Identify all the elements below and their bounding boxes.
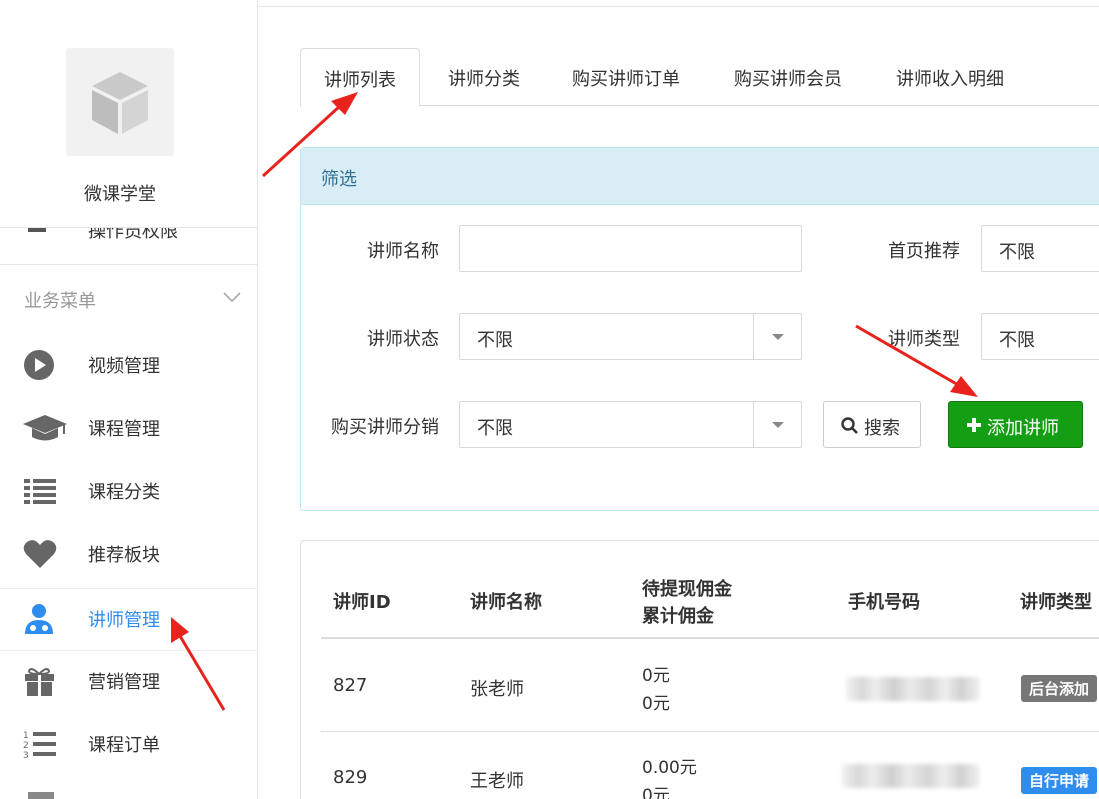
search-button[interactable]: 搜索	[823, 401, 921, 448]
ordered-list-icon: 1 2 3	[23, 731, 56, 761]
sidebar-item-course-orders[interactable]: 1 2 3 课程订单	[0, 713, 258, 775]
cell-total: 0元	[642, 694, 670, 714]
type-badge: 后台添加	[1021, 675, 1098, 702]
sidebar-item-label: 课程管理	[88, 419, 160, 440]
cell-phone-redacted	[842, 764, 980, 788]
sidebar-item-label: 推荐板块	[88, 545, 160, 566]
cell-id: 829	[333, 767, 368, 788]
play-circle-icon	[24, 350, 54, 380]
teacher-name-label: 讲师名称	[367, 241, 439, 262]
section-header: 业务菜单	[24, 291, 96, 312]
sidebar-item-label: 视频管理	[88, 356, 160, 377]
cell-pending: 0元	[642, 666, 670, 686]
sidebar-item-video[interactable]: 视频管理	[0, 334, 258, 396]
col-header-id: 讲师ID	[333, 592, 391, 613]
search-button-label: 搜索	[864, 418, 900, 439]
select-value: 不限	[999, 242, 1035, 263]
sidebar-item-label: 操作员权限	[88, 228, 178, 242]
tab-teacher-category[interactable]: 讲师分类	[434, 48, 534, 106]
search-icon	[841, 417, 858, 434]
teacher-status-select[interactable]: 不限	[459, 313, 802, 360]
teacher-name-input[interactable]	[459, 225, 802, 272]
cell-total: 0元	[642, 786, 670, 799]
sidebar-item-label: 营销管理	[88, 672, 160, 693]
add-teacher-label: 添加讲师	[987, 418, 1059, 439]
select-value: 不限	[477, 418, 513, 439]
tab-bar: 讲师列表 讲师分类 购买讲师订单 购买讲师会员 讲师收入明细	[300, 48, 1099, 107]
select-value: 不限	[477, 330, 513, 351]
tab-label: 讲师收入明细	[896, 69, 1004, 90]
tab-teacher-membership[interactable]: 购买讲师会员	[720, 48, 856, 106]
teacher-status-label: 讲师状态	[367, 329, 439, 350]
tab-label: 讲师列表	[324, 70, 396, 91]
sidebar: 微课学堂 操作员权限 业务菜单 视频管理 课程管理 课程分类 推荐板块 讲师管理…	[0, 0, 258, 799]
tab-teacher-list[interactable]: 讲师列表	[300, 48, 420, 107]
sidebar-item-operator-permissions[interactable]: 操作员权限	[0, 228, 258, 264]
filter-header: 筛选	[301, 148, 1099, 205]
cube-icon	[92, 72, 148, 134]
table-header-border	[321, 637, 1099, 639]
sidebar-item-course[interactable]: 课程管理	[0, 397, 258, 459]
cell-phone-redacted	[846, 677, 980, 701]
tab-teacher-orders[interactable]: 购买讲师订单	[558, 48, 694, 106]
chevron-down-icon[interactable]	[222, 290, 242, 304]
list-icon	[24, 479, 56, 504]
sidebar-item-teacher[interactable]: 讲师管理	[0, 588, 258, 650]
shop-name: 微课学堂	[84, 184, 156, 205]
sidebar-item-label: 课程订单	[88, 735, 160, 756]
partial-menu-icon	[28, 792, 54, 799]
homepage-recommend-label: 首页推荐	[888, 241, 960, 262]
plus-icon	[967, 418, 981, 432]
sidebar-item-label: 课程分类	[88, 482, 160, 503]
cell-pending: 0.00元	[642, 758, 697, 778]
graduation-cap-icon	[23, 415, 67, 441]
heart-icon	[23, 540, 57, 568]
type-badge: 自行申请	[1021, 767, 1098, 794]
tab-teacher-income[interactable]: 讲师收入明细	[882, 48, 1018, 106]
top-border	[258, 6, 1099, 7]
buy-distribution-label: 购买讲师分销	[331, 417, 439, 438]
col-header-phone: 手机号码	[848, 592, 920, 613]
sidebar-item-recommend[interactable]: 推荐板块	[0, 523, 258, 585]
sidebar-item-course-category[interactable]: 课程分类	[0, 460, 258, 522]
select-arrow[interactable]	[753, 402, 801, 447]
edit-icon	[28, 228, 46, 232]
cell-id: 827	[333, 675, 368, 696]
user-doctor-icon	[25, 604, 53, 634]
teacher-type-label: 讲师类型	[888, 329, 960, 350]
col-header-name: 讲师名称	[470, 592, 542, 613]
select-arrow[interactable]	[753, 314, 801, 359]
shop-logo	[66, 48, 174, 156]
teacher-type-select[interactable]: 不限	[981, 313, 1099, 360]
tab-label: 购买讲师订单	[572, 69, 680, 90]
add-teacher-button[interactable]: 添加讲师	[948, 401, 1083, 448]
col-header-type: 讲师类型	[1020, 592, 1092, 613]
homepage-recommend-select[interactable]: 不限	[981, 225, 1099, 272]
select-value: 不限	[999, 330, 1035, 351]
cell-name: 王老师	[470, 771, 524, 792]
buy-distribution-select[interactable]: 不限	[459, 401, 802, 448]
svg-text:1: 1	[23, 731, 29, 741]
table-row-border	[321, 731, 1099, 732]
col-header-total-commission: 累计佣金	[642, 606, 714, 627]
caret-down-icon	[772, 422, 784, 428]
filter-title: 筛选	[321, 169, 357, 190]
sidebar-divider	[0, 264, 258, 265]
tab-label: 购买讲师会员	[734, 69, 842, 90]
tab-label: 讲师分类	[448, 69, 520, 90]
sidebar-item-label: 讲师管理	[88, 610, 160, 631]
col-header-pending-commission: 待提现佣金	[642, 579, 732, 600]
gift-icon	[25, 668, 54, 696]
caret-down-icon	[772, 334, 784, 340]
cell-name: 张老师	[470, 679, 524, 700]
svg-text:3: 3	[23, 751, 29, 761]
svg-text:2: 2	[23, 741, 29, 751]
sidebar-item-marketing[interactable]: 营销管理	[0, 650, 258, 712]
